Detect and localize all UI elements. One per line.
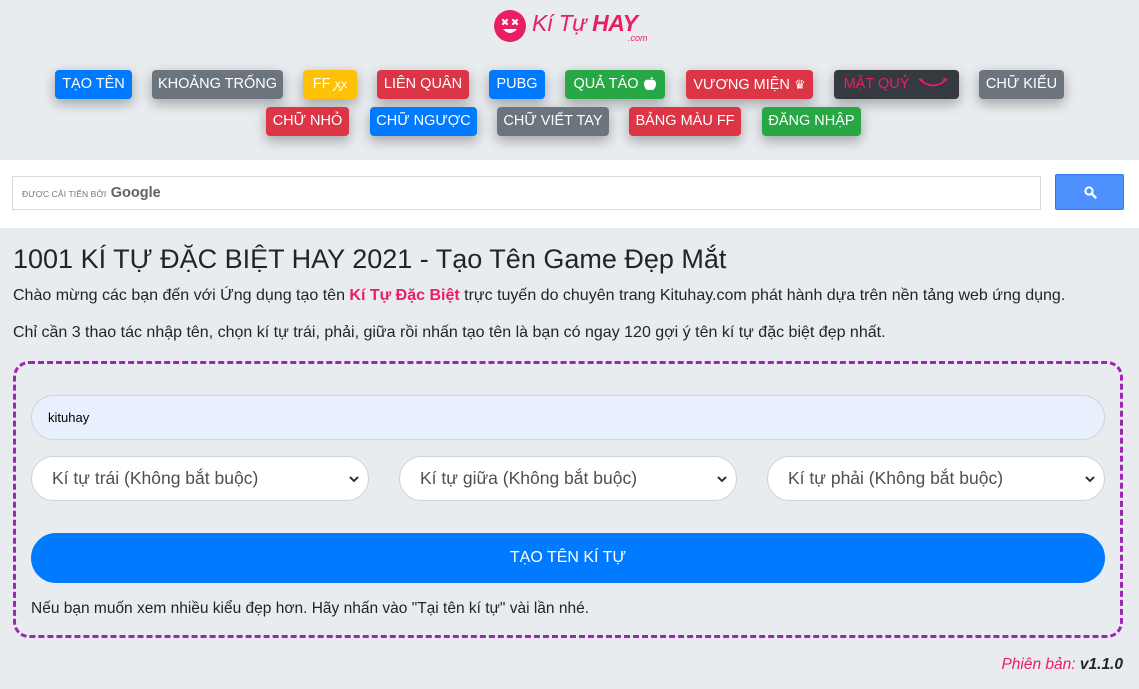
nav-button-tao-ten[interactable]: TẠO TÊN bbox=[55, 70, 132, 99]
logo-domain: .com bbox=[628, 33, 648, 43]
site-logo[interactable]: Kí Tự HAY .com bbox=[494, 8, 648, 44]
search-button[interactable] bbox=[1055, 174, 1124, 210]
search-input[interactable]: ĐƯỢC CẢI TIẾN BỞI Google bbox=[12, 176, 1041, 210]
ff-symbol-icon: ꭙꭙ bbox=[334, 77, 348, 91]
select-middle-char[interactable]: Kí tự giữa (Không bắt buộc) bbox=[399, 456, 737, 501]
version-number: v1.1.0 bbox=[1079, 656, 1123, 673]
google-search-bar: ĐƯỢC CẢI TIẾN BỞI Google bbox=[0, 160, 1139, 228]
nav-button-bang-mau-ff[interactable]: BẢNG MÀU FF bbox=[629, 107, 741, 136]
nav-button-chu-nguoc[interactable]: CHỮ NGƯỢC bbox=[370, 107, 477, 136]
logo-name: Kí Tự bbox=[532, 10, 593, 36]
logo-text: Kí Tự HAY .com bbox=[532, 8, 648, 44]
nav-button-ff[interactable]: FF ꭙꭙ bbox=[303, 70, 357, 99]
intro-highlight: Kí Tự Đặc Biệt bbox=[349, 287, 460, 304]
chevron-down-icon bbox=[349, 476, 359, 483]
nav-row-2: CHỮ NHỎ CHỮ NGƯỢC CHỮ VIẾT TAY BẢNG MÀU … bbox=[0, 107, 1139, 136]
select-left-char[interactable]: Kí tự trái (Không bắt buộc) bbox=[31, 456, 369, 501]
create-name-button[interactable]: TẠO TÊN KÍ TỰ bbox=[31, 533, 1105, 583]
search-icon bbox=[1084, 186, 1097, 199]
version-info: Phiên bản: v1.1.0 bbox=[1001, 656, 1123, 674]
search-placeholder: ĐƯỢC CẢI TIẾN BỞI Google bbox=[22, 185, 161, 201]
nav-button-mat-quy[interactable]: MẶT QUỶ bbox=[834, 70, 959, 99]
chevron-down-icon bbox=[1085, 476, 1095, 483]
nav-button-pubg[interactable]: PUBG bbox=[489, 70, 545, 99]
demon-face-icon bbox=[917, 72, 949, 101]
version-label: Phiên bản: bbox=[1001, 656, 1076, 673]
nav-button-chu-viet-tay[interactable]: CHỮ VIẾT TAY bbox=[497, 107, 609, 136]
nav-button-dang-nhap[interactable]: ĐĂNG NHẬP bbox=[762, 107, 861, 136]
intro-instructions: Chỉ cần 3 thao tác nhập tên, chọn kí tự … bbox=[13, 324, 886, 341]
nav-button-chu-nho[interactable]: CHỮ NHỎ bbox=[266, 107, 349, 136]
nav-row-1: TẠO TÊN KHOẢNG TRỐNG FF ꭙꭙ LIÊN QUÂN PUB… bbox=[0, 70, 1139, 99]
form-hint: Nếu bạn muốn xem nhiều kiểu đẹp hơn. Hãy… bbox=[31, 600, 590, 617]
nav-button-qua-tao[interactable]: QUẢ TÁO bbox=[565, 70, 665, 99]
intro-text: Chào mừng các bạn đến với Ứng dụng tạo t… bbox=[13, 287, 1066, 304]
chevron-down-icon bbox=[717, 476, 727, 483]
nav-button-khoang-trong[interactable]: KHOẢNG TRỐNG bbox=[152, 70, 283, 99]
page-title: 1001 KÍ TỰ ĐẶC BIỆT HAY 2021 - Tạo Tên G… bbox=[13, 244, 727, 274]
nav-button-vuong-mien[interactable]: VƯƠNG MIỆN ♛ bbox=[686, 70, 813, 99]
crown-icon: ♛ bbox=[793, 77, 806, 92]
apple-icon bbox=[643, 73, 657, 102]
nav-button-lien-quan[interactable]: LIÊN QUÂN bbox=[377, 70, 469, 99]
select-right-char[interactable]: Kí tự phải (Không bắt buộc) bbox=[767, 456, 1105, 501]
name-input[interactable]: kituhay bbox=[31, 395, 1105, 440]
smiley-face-icon bbox=[494, 10, 526, 42]
nav-button-chu-kieu[interactable]: CHỮ KIỂU bbox=[979, 70, 1064, 99]
